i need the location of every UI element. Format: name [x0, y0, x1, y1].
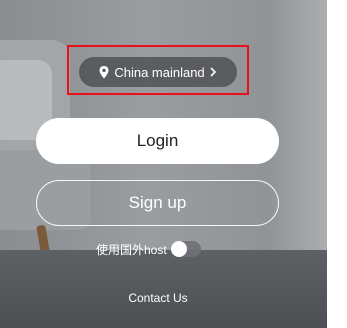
foreign-host-label: 使用国外host — [96, 242, 167, 257]
toggle-knob — [170, 241, 187, 257]
login-screen: China mainland Login Sign up 使用国外host Co… — [0, 0, 327, 328]
signup-button[interactable]: Sign up — [36, 180, 279, 226]
contact-us-link-row: Contact Us — [0, 291, 316, 305]
foreign-host-option: 使用国外host — [96, 240, 201, 258]
login-button[interactable]: Login — [36, 118, 279, 164]
foreign-host-toggle[interactable] — [170, 241, 201, 257]
background-floor — [0, 250, 327, 328]
contact-us-link[interactable]: Contact Us — [128, 291, 187, 305]
region-highlight-box — [67, 45, 249, 95]
